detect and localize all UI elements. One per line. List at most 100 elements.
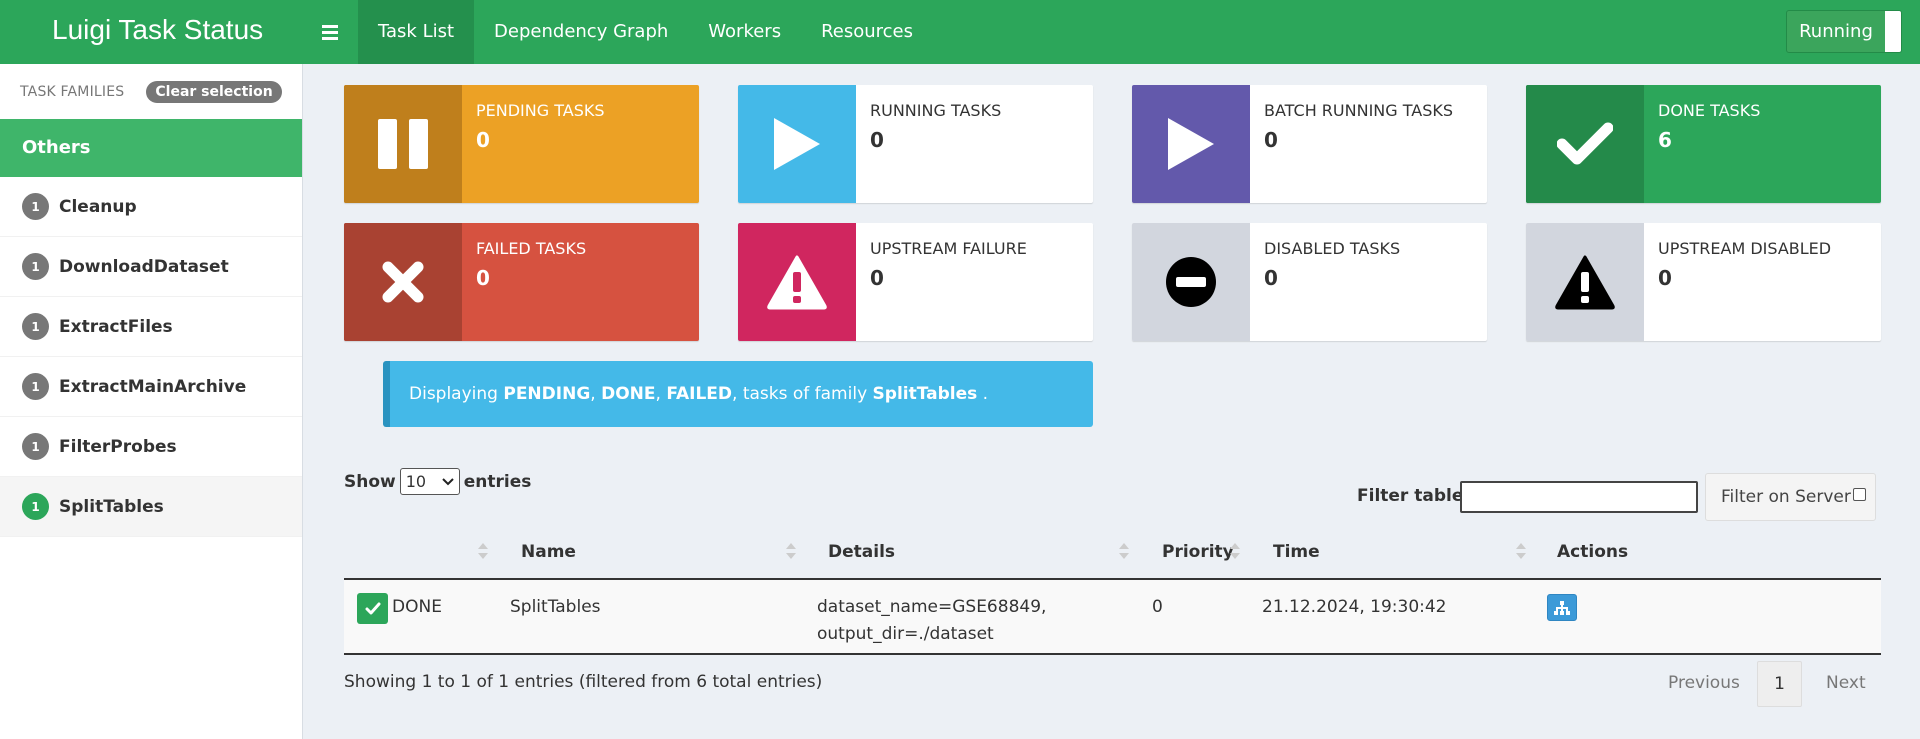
- family-label: ExtractMainArchive: [59, 376, 247, 397]
- entries-value: 10: [405, 472, 427, 491]
- next-button[interactable]: Next: [1826, 661, 1866, 707]
- failed-tasks-box[interactable]: FAILED TASKS 0: [344, 223, 699, 341]
- chevron-down-icon: [442, 477, 454, 485]
- tab-resources[interactable]: Resources: [801, 0, 933, 64]
- table-row: DONE SplitTables dataset_name=GSE68849, …: [344, 580, 1881, 655]
- page-1-button[interactable]: 1: [1757, 661, 1802, 707]
- sort-icon: [1516, 543, 1526, 561]
- warning-icon: [1526, 223, 1644, 341]
- sort-icon: [1119, 543, 1129, 561]
- column-status[interactable]: [344, 530, 504, 580]
- nav-tabs: Task List Dependency Graph Workers Resou…: [358, 0, 933, 64]
- box-count: 0: [1264, 266, 1278, 290]
- table-header: Name Details Priority Time Actions: [344, 530, 1881, 580]
- column-name[interactable]: Name: [521, 530, 821, 580]
- app-title: Luigi Task Status: [52, 14, 264, 45]
- filter-on-server-label: Filter on Server: [1721, 487, 1851, 507]
- alert-separator: ,: [590, 384, 602, 404]
- box-count: 6: [1658, 128, 1672, 152]
- running-toggle[interactable]: Running: [1786, 10, 1902, 53]
- box-count: 0: [870, 266, 884, 290]
- task-name: SplitTables: [510, 597, 601, 617]
- task-table: Name Details Priority Time Actions DONE …: [344, 530, 1881, 655]
- top-navbar: Luigi Task Status Task List Dependency G…: [0, 0, 1920, 64]
- box-title: DISABLED TASKS: [1264, 239, 1401, 258]
- count-badge: 1: [22, 493, 49, 520]
- box-title: FAILED TASKS: [476, 239, 587, 258]
- minus-circle-icon: [1132, 223, 1250, 341]
- batch-running-tasks-box[interactable]: BATCH RUNNING TASKS 0: [1132, 85, 1487, 203]
- alert-status-done: DONE: [601, 384, 656, 404]
- tab-dependency-graph[interactable]: Dependency Graph: [474, 0, 688, 64]
- check-icon: [357, 593, 388, 624]
- disabled-tasks-box[interactable]: DISABLED TASKS 0: [1132, 223, 1487, 341]
- alert-status-failed: FAILED: [666, 384, 733, 404]
- sidebar-item-cleanup[interactable]: 1 Cleanup: [0, 177, 302, 237]
- alert-suffix: .: [977, 384, 989, 404]
- box-count: 0: [1658, 266, 1672, 290]
- count-badge: 1: [22, 193, 49, 220]
- previous-button[interactable]: Previous: [1668, 661, 1740, 707]
- times-icon: [344, 223, 462, 341]
- toggle-knob: [1885, 11, 1901, 52]
- count-badge: 1: [22, 373, 49, 400]
- box-title: UPSTREAM FAILURE: [870, 239, 1027, 258]
- sort-icon: [478, 543, 488, 561]
- filter-on-server-button[interactable]: Filter on Server: [1705, 473, 1876, 521]
- details-line: output_dir=./dataset: [817, 624, 994, 644]
- pause-icon: [344, 85, 462, 203]
- sidebar-item-splittables[interactable]: 1 SplitTables: [0, 477, 302, 537]
- task-time: 21.12.2024, 19:30:42: [1262, 597, 1447, 617]
- show-label: Show: [344, 471, 396, 492]
- play-icon: [738, 85, 856, 203]
- box-count: 0: [1264, 128, 1278, 152]
- clear-selection-button[interactable]: Clear selection: [146, 80, 282, 103]
- warning-icon: [738, 223, 856, 341]
- sidebar-item-extractfiles[interactable]: 1 ExtractFiles: [0, 297, 302, 357]
- family-label: ExtractFiles: [59, 316, 173, 337]
- check-icon: [1526, 85, 1644, 203]
- upstream-disabled-box[interactable]: UPSTREAM DISABLED 0: [1526, 223, 1881, 341]
- sort-icon: [1230, 543, 1240, 561]
- sidebar-item-filterprobes[interactable]: 1 FilterProbes: [0, 417, 302, 477]
- family-label: DownloadDataset: [59, 256, 229, 277]
- filter-table-label: Filter table:: [1357, 486, 1471, 506]
- entries-select[interactable]: 10: [399, 468, 460, 495]
- column-details[interactable]: Details: [828, 530, 1148, 580]
- task-priority: 0: [1152, 597, 1163, 617]
- upstream-failure-box[interactable]: UPSTREAM FAILURE 0: [738, 223, 1093, 341]
- status-label: DONE: [392, 597, 442, 617]
- menu-toggle-icon[interactable]: [310, 16, 350, 48]
- sidebar: TASK FAMILIES Clear selection Others 1 C…: [0, 64, 303, 739]
- alert-mid: , tasks of family: [732, 384, 873, 404]
- box-count: 0: [870, 128, 884, 152]
- filter-on-server-checkbox[interactable]: [1852, 487, 1866, 501]
- box-title: PENDING TASKS: [476, 101, 605, 120]
- done-tasks-box[interactable]: DONE TASKS 6: [1526, 85, 1881, 203]
- dependency-graph-button[interactable]: [1547, 594, 1577, 621]
- pending-tasks-box[interactable]: PENDING TASKS 0: [344, 85, 699, 203]
- dependency-graph-icon: [1554, 600, 1570, 615]
- column-time[interactable]: Time: [1273, 530, 1513, 580]
- alert-prefix: Displaying: [409, 384, 504, 404]
- sidebar-item-downloaddataset[interactable]: 1 DownloadDataset: [0, 237, 302, 297]
- filter-table-input[interactable]: [1460, 481, 1698, 513]
- family-label: SplitTables: [59, 496, 164, 517]
- sidebar-item-extractmainarchive[interactable]: 1 ExtractMainArchive: [0, 357, 302, 417]
- tab-workers[interactable]: Workers: [688, 0, 801, 64]
- box-count: 0: [476, 128, 490, 152]
- running-tasks-box[interactable]: RUNNING TASKS 0: [738, 85, 1093, 203]
- tab-task-list[interactable]: Task List: [358, 0, 475, 64]
- count-badge: 1: [22, 433, 49, 460]
- box-title: BATCH RUNNING TASKS: [1264, 101, 1454, 120]
- alert-family: SplitTables: [872, 384, 978, 404]
- column-actions: Actions: [1557, 542, 1629, 562]
- task-families-label: TASK FAMILIES: [20, 83, 125, 100]
- sort-icon: [786, 543, 796, 561]
- family-group-others[interactable]: Others: [0, 119, 302, 177]
- alert-separator: ,: [655, 384, 667, 404]
- running-label: Running: [1799, 21, 1873, 42]
- family-label: FilterProbes: [59, 436, 177, 457]
- box-title: DONE TASKS: [1658, 101, 1761, 120]
- filter-info-alert: Displaying PENDING, DONE, FAILED, tasks …: [383, 361, 1093, 427]
